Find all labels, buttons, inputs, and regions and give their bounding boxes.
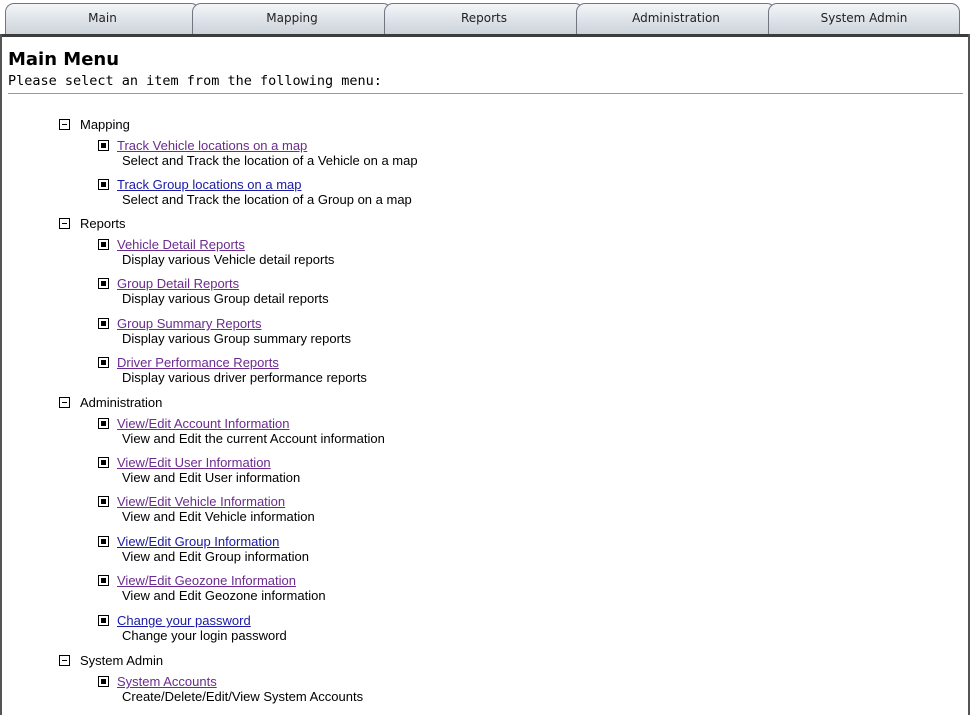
menu-link[interactable]: View/Edit User Information xyxy=(117,455,271,470)
menu-item-description: Display various Group detail reports xyxy=(122,291,329,306)
collapse-icon[interactable] xyxy=(59,397,70,408)
bullet-icon xyxy=(98,575,109,586)
menu-link[interactable]: System Accounts xyxy=(117,674,217,689)
section-label: Mapping xyxy=(80,117,130,132)
menu-item-description: Change your login password xyxy=(122,628,287,643)
menu-item-description: View and Edit Group information xyxy=(122,549,309,564)
tab-system-admin[interactable]: System Admin xyxy=(768,3,960,34)
menu-item-description: Display various driver performance repor… xyxy=(122,370,367,385)
bullet-icon xyxy=(98,140,109,151)
tab-bar-divider xyxy=(0,34,970,37)
bullet-icon xyxy=(98,496,109,507)
collapse-icon[interactable] xyxy=(59,119,70,130)
collapse-icon[interactable] xyxy=(59,655,70,666)
menu-link[interactable]: View/Edit Account Information xyxy=(117,416,289,431)
collapse-icon[interactable] xyxy=(59,218,70,229)
section-label: Reports xyxy=(80,216,126,231)
menu-item-description: Create/Delete/Edit/View System Accounts xyxy=(122,689,364,704)
menu-item-description: View and Edit the current Account inform… xyxy=(122,431,385,446)
bullet-icon xyxy=(98,179,109,190)
header-divider xyxy=(8,93,963,94)
menu-item-description: View and Edit User information xyxy=(122,470,301,485)
section-label: Administration xyxy=(80,395,163,410)
bullet-icon xyxy=(98,239,109,250)
menu-link[interactable]: Change your password xyxy=(117,613,251,628)
menu-item-description: View and Edit Vehicle information xyxy=(122,509,315,524)
content-frame-left-border xyxy=(0,34,2,715)
bullet-icon xyxy=(98,418,109,429)
tab-administration[interactable]: Administration xyxy=(576,3,776,34)
menu-link[interactable]: Driver Performance Reports xyxy=(117,355,279,370)
page-title: Main Menu xyxy=(8,49,120,70)
menu-link[interactable]: View/Edit Group Information xyxy=(117,534,279,549)
bullet-icon xyxy=(98,357,109,368)
tab-main[interactable]: Main xyxy=(5,3,200,34)
menu-link[interactable]: Vehicle Detail Reports xyxy=(117,237,245,252)
menu-link[interactable]: Group Detail Reports xyxy=(117,276,239,291)
bullet-icon xyxy=(98,318,109,329)
bullet-icon xyxy=(98,615,109,626)
bullet-icon xyxy=(98,457,109,468)
bullet-icon xyxy=(98,278,109,289)
menu-item-description: Select and Track the location of a Group… xyxy=(122,192,412,207)
menu-item-description: Select and Track the location of a Vehic… xyxy=(122,153,418,168)
tab-mapping[interactable]: Mapping xyxy=(192,3,392,34)
bullet-icon xyxy=(98,676,109,687)
menu-item-description: Display various Vehicle detail reports xyxy=(122,252,335,267)
section-label: System Admin xyxy=(80,653,164,668)
menu-link[interactable]: Track Vehicle locations on a map xyxy=(117,138,307,153)
bullet-icon xyxy=(98,536,109,547)
menu-item-description: View and Edit Geozone information xyxy=(122,588,326,603)
menu-link[interactable]: View/Edit Geozone Information xyxy=(117,573,296,588)
menu-link[interactable]: Track Group locations on a map xyxy=(117,177,302,192)
page-subtitle: Please select an item from the following… xyxy=(8,73,382,89)
menu-link[interactable]: View/Edit Vehicle Information xyxy=(117,494,285,509)
menu-link[interactable]: Group Summary Reports xyxy=(117,316,262,331)
menu-item-description: Display various Group summary reports xyxy=(122,331,352,346)
tab-reports[interactable]: Reports xyxy=(384,3,584,34)
